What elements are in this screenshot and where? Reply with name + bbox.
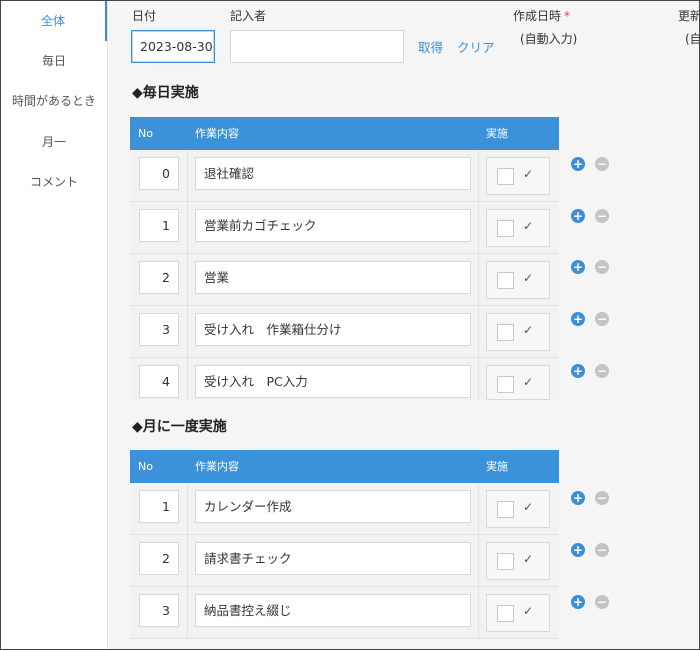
row-task-field[interactable]: カレンダー作成 — [195, 490, 471, 523]
remove-row-button[interactable]: − — [595, 260, 609, 274]
sidebar-item-all[interactable]: 全体 — [1, 1, 107, 41]
row-task-field[interactable]: 営業 — [195, 261, 471, 294]
table-header: No 作業内容 実施 — [130, 117, 559, 150]
row-no-field[interactable]: 0 — [139, 157, 179, 190]
row-task-field[interactable]: 退社確認 — [195, 157, 471, 190]
row-task-field[interactable]: 受け入れ PC入力 — [195, 365, 471, 398]
table-row: 0 退社確認 ✓ — [130, 150, 559, 202]
done-checkbox[interactable] — [497, 220, 514, 237]
table-row: 1 営業前カゴチェック ✓ — [130, 202, 559, 254]
row-no-field[interactable]: 1 — [139, 490, 179, 523]
table-row: 4 受け入れ PC入力 ✓ — [130, 358, 559, 400]
monthly-table: No 作業内容 実施 1 カレンダー作成 ✓ 2 請求書チェック ✓ 3 納品書… — [130, 450, 559, 639]
add-row-button[interactable]: + — [571, 491, 585, 505]
sidebar-item-when-free[interactable]: 時間があるとき — [1, 81, 107, 121]
header-task: 作業内容 — [195, 460, 239, 473]
date-label: 日付 — [132, 9, 157, 23]
sidebar-item-daily[interactable]: 毎日 — [1, 41, 107, 81]
main-content: 日付 2023-08-30 記入者 取得 クリア 作成日時 * (自動入力) 更新… — [109, 1, 700, 649]
done-checkbox[interactable] — [497, 272, 514, 289]
check-icon: ✓ — [523, 323, 534, 337]
row-done-cell: ✓ — [486, 209, 550, 247]
done-checkbox[interactable] — [497, 501, 514, 518]
add-row-button[interactable]: + — [571, 595, 585, 609]
row-no-field[interactable]: 3 — [139, 594, 179, 627]
done-checkbox[interactable] — [497, 605, 514, 622]
check-icon: ✓ — [523, 167, 534, 181]
row-done-cell: ✓ — [486, 261, 550, 299]
date-field[interactable]: 2023-08-30 — [131, 30, 215, 63]
row-done-cell: ✓ — [486, 157, 550, 195]
row-task-field[interactable]: 受け入れ 作業箱仕分け — [195, 313, 471, 346]
section-title-monthly: ◆月に一度実施 — [132, 419, 227, 435]
created-label-text: 作成日時 — [513, 9, 562, 23]
updated-value: (自 — [685, 32, 699, 46]
sidebar-item-monthly[interactable]: 月一 — [1, 122, 107, 162]
row-done-cell: ✓ — [486, 365, 550, 400]
table-row: 1 カレンダー作成 ✓ — [130, 483, 559, 535]
sidebar: 全体 毎日 時間があるとき 月一 コメント — [1, 1, 108, 649]
recorder-field[interactable] — [230, 30, 404, 63]
add-row-button[interactable]: + — [571, 543, 585, 557]
table-row: 3 納品書控え綴じ ✓ — [130, 587, 559, 639]
done-checkbox[interactable] — [497, 553, 514, 570]
recorder-label: 記入者 — [230, 9, 267, 23]
row-no-field[interactable]: 2 — [139, 261, 179, 294]
row-done-cell: ✓ — [486, 542, 550, 580]
check-icon: ✓ — [523, 375, 534, 389]
check-icon: ✓ — [523, 271, 534, 285]
table-row: 3 受け入れ 作業箱仕分け ✓ — [130, 306, 559, 358]
add-row-button[interactable]: + — [571, 157, 585, 171]
updated-label: 更新 — [678, 9, 700, 23]
header-done: 実施 — [486, 127, 508, 140]
row-done-cell: ✓ — [486, 313, 550, 351]
remove-row-button[interactable]: − — [595, 543, 609, 557]
remove-row-button[interactable]: − — [595, 491, 609, 505]
table-row: 2 請求書チェック ✓ — [130, 535, 559, 587]
row-done-cell: ✓ — [486, 490, 550, 528]
header-no: No — [138, 127, 153, 140]
header-no: No — [138, 460, 153, 473]
check-icon: ✓ — [523, 604, 534, 618]
row-task-field[interactable]: 請求書チェック — [195, 542, 471, 575]
header-task: 作業内容 — [195, 127, 239, 140]
section-title-daily: ◆毎日実施 — [132, 85, 199, 101]
table-header: No 作業内容 実施 — [130, 450, 559, 483]
clear-link[interactable]: クリア — [457, 37, 495, 56]
remove-row-button[interactable]: − — [595, 209, 609, 223]
header-done: 実施 — [486, 460, 508, 473]
fetch-link[interactable]: 取得 — [418, 37, 443, 56]
check-icon: ✓ — [523, 500, 534, 514]
sidebar-item-comment[interactable]: コメント — [1, 162, 107, 202]
row-task-field[interactable]: 納品書控え綴じ — [195, 594, 471, 627]
add-row-button[interactable]: + — [571, 312, 585, 326]
app-window: 全体 毎日 時間があるとき 月一 コメント 日付 2023-08-30 記入者 … — [0, 0, 700, 650]
row-no-field[interactable]: 2 — [139, 542, 179, 575]
add-row-button[interactable]: + — [571, 209, 585, 223]
remove-row-button[interactable]: − — [595, 595, 609, 609]
row-no-field[interactable]: 4 — [139, 365, 179, 398]
done-checkbox[interactable] — [497, 168, 514, 185]
add-row-button[interactable]: + — [571, 260, 585, 274]
remove-row-button[interactable]: − — [595, 157, 609, 171]
daily-table: No 作業内容 実施 0 退社確認 ✓ 1 営業前カゴチェック ✓ 2 営業 ✓… — [130, 117, 559, 400]
row-no-field[interactable]: 1 — [139, 209, 179, 242]
check-icon: ✓ — [523, 552, 534, 566]
remove-row-button[interactable]: − — [595, 364, 609, 378]
created-value: (自動入力) — [520, 32, 578, 46]
table-row: 2 営業 ✓ — [130, 254, 559, 306]
check-icon: ✓ — [523, 219, 534, 233]
row-done-cell: ✓ — [486, 594, 550, 632]
required-mark: * — [564, 9, 571, 23]
done-checkbox[interactable] — [497, 324, 514, 341]
remove-row-button[interactable]: − — [595, 312, 609, 326]
row-no-field[interactable]: 3 — [139, 313, 179, 346]
add-row-button[interactable]: + — [571, 364, 585, 378]
done-checkbox[interactable] — [497, 376, 514, 393]
row-task-field[interactable]: 営業前カゴチェック — [195, 209, 471, 242]
created-label: 作成日時 * — [513, 7, 570, 24]
